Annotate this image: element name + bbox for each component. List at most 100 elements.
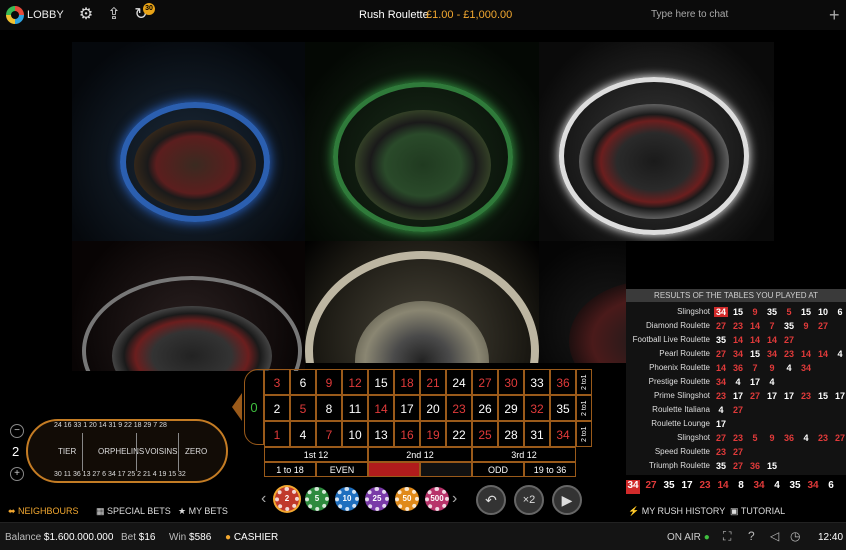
bet-number[interactable]: 17	[394, 395, 420, 421]
bet-number[interactable]: 27	[472, 369, 498, 395]
bet-number[interactable]: 9	[316, 369, 342, 395]
undo-button[interactable]: ↶	[476, 485, 506, 515]
bet-number[interactable]: 30	[498, 369, 524, 395]
bet-number[interactable]: 15	[368, 369, 394, 395]
video-pane-6[interactable]	[539, 241, 626, 363]
result-number: 35	[715, 461, 726, 471]
chip-500[interactable]: 500	[425, 487, 449, 511]
chat-input[interactable]: Type here to chat	[651, 9, 728, 20]
bet-number[interactable]: 12	[342, 369, 368, 395]
bet-zero[interactable]: 0	[244, 369, 264, 445]
tab-neighbours[interactable]: ⬌ NEIGHBOURS	[8, 506, 79, 517]
video-pane-2[interactable]	[305, 42, 539, 241]
bet-number[interactable]: 8	[316, 395, 342, 421]
chip-50[interactable]: 50	[395, 487, 419, 511]
bet-number[interactable]: 24	[446, 369, 472, 395]
result-number: 4	[735, 377, 741, 387]
bet-number[interactable]: 21	[420, 369, 446, 395]
plus-icon[interactable]: +	[829, 5, 840, 26]
bet-column[interactable]: 2 to1	[576, 395, 592, 421]
racetrack-orphelins[interactable]: ORPHELINS	[98, 447, 144, 456]
gear-icon[interactable]: ⚙	[76, 5, 96, 25]
bet-number[interactable]: 29	[498, 395, 524, 421]
tab-my-bets[interactable]: ★ MY BETS	[178, 506, 228, 517]
bet-number[interactable]: 14	[368, 395, 394, 421]
bet-number[interactable]: 20	[420, 395, 446, 421]
results-table-name: Diamond Roulette	[645, 321, 710, 330]
bet-outside[interactable]: EVEN	[316, 462, 368, 477]
bet-number[interactable]: 26	[472, 395, 498, 421]
result-number: 17	[732, 391, 743, 401]
bet-column[interactable]: 2 to1	[576, 421, 592, 447]
bet-red[interactable]	[368, 462, 420, 477]
bet-outside[interactable]: 1 to 18	[264, 462, 316, 477]
bet-column[interactable]: 2 to1	[576, 369, 592, 395]
bet-black[interactable]	[420, 462, 472, 477]
racetrack-zero[interactable]: ZERO	[185, 447, 207, 456]
result-number: 4	[769, 377, 775, 387]
racetrack-tier[interactable]: TIER	[58, 447, 76, 456]
bet-number[interactable]: 28	[498, 421, 524, 447]
tutorial-button[interactable]: ▣ TUTORIAL	[730, 506, 785, 517]
play-button[interactable]: ▶	[552, 485, 582, 515]
bet-number[interactable]: 33	[524, 369, 550, 395]
upload-icon[interactable]: ⇪	[104, 5, 124, 25]
double-button[interactable]: ×2	[514, 485, 544, 515]
bet-number[interactable]: 31	[524, 421, 550, 447]
video-pane-1[interactable]	[72, 42, 305, 241]
bet-number[interactable]: 5	[290, 395, 316, 421]
bet-number[interactable]: 35	[550, 395, 576, 421]
bet-number[interactable]: 13	[368, 421, 394, 447]
bet-number[interactable]: 25	[472, 421, 498, 447]
plus-icon[interactable]: +	[10, 467, 24, 481]
bet-dozen[interactable]: 1st 12	[264, 447, 368, 462]
bet-dozen[interactable]: 2nd 12	[368, 447, 472, 462]
bet-total: Bet $16	[121, 532, 156, 543]
chevron-right-icon[interactable]: ›	[452, 490, 457, 508]
video-pane-5[interactable]	[305, 241, 539, 363]
bet-number[interactable]: 19	[420, 421, 446, 447]
help-icon[interactable]: ?	[748, 529, 755, 543]
bet-number[interactable]: 18	[394, 369, 420, 395]
chip-2[interactable]: 2	[275, 487, 299, 511]
lobby-link[interactable]: LOBBY	[27, 9, 64, 21]
bet-number[interactable]: 4	[290, 421, 316, 447]
minus-icon[interactable]: −	[10, 424, 24, 438]
neighbours-count: 2	[12, 444, 20, 459]
bet-number[interactable]: 34	[550, 421, 576, 447]
sound-icon[interactable]: ◁	[770, 529, 779, 543]
racetrack[interactable]: 24 16 33 1 20 14 31 9 22 18 29 7 28 30 1…	[26, 419, 228, 483]
bet-number[interactable]: 10	[342, 421, 368, 447]
racetrack-voisins[interactable]: VOISINS	[145, 447, 177, 456]
bet-outside[interactable]: 19 to 36	[524, 462, 576, 477]
bet-number[interactable]: 1	[264, 421, 290, 447]
chip-10[interactable]: 10	[335, 487, 359, 511]
bet-number[interactable]: 16	[394, 421, 420, 447]
bet-number[interactable]: 23	[446, 395, 472, 421]
cashier-button[interactable]: ● CASHIER	[225, 532, 278, 543]
bet-number[interactable]: 6	[290, 369, 316, 395]
bet-number[interactable]: 32	[524, 395, 550, 421]
result-number: 7	[769, 321, 775, 331]
bet-number[interactable]: 3	[264, 369, 290, 395]
logo-icon[interactable]	[6, 6, 24, 24]
grid-icon: ▦	[96, 506, 108, 516]
clock-icon[interactable]: ◷	[790, 529, 800, 543]
bet-outside[interactable]: ODD	[472, 462, 524, 477]
tab-special-bets[interactable]: ▦ SPECIAL BETS	[96, 506, 171, 517]
video-pane-3[interactable]	[539, 42, 774, 241]
video-pane-4[interactable]	[72, 241, 305, 371]
result-number: 17	[766, 391, 777, 401]
bet-number[interactable]: 22	[446, 421, 472, 447]
bet-number[interactable]: 36	[550, 369, 576, 395]
chip-5[interactable]: 5	[305, 487, 329, 511]
bet-number[interactable]: 7	[316, 421, 342, 447]
chevron-left-icon[interactable]: ‹	[261, 490, 266, 508]
history-number: 34	[626, 480, 640, 494]
bet-number[interactable]: 2	[264, 395, 290, 421]
bet-dozen[interactable]: 3rd 12	[472, 447, 576, 462]
rush-history-button[interactable]: ⚡ MY RUSH HISTORY	[628, 506, 725, 517]
fullscreen-icon[interactable]: ⛶	[723, 529, 731, 544]
bet-number[interactable]: 11	[342, 395, 368, 421]
chip-25[interactable]: 25	[365, 487, 389, 511]
